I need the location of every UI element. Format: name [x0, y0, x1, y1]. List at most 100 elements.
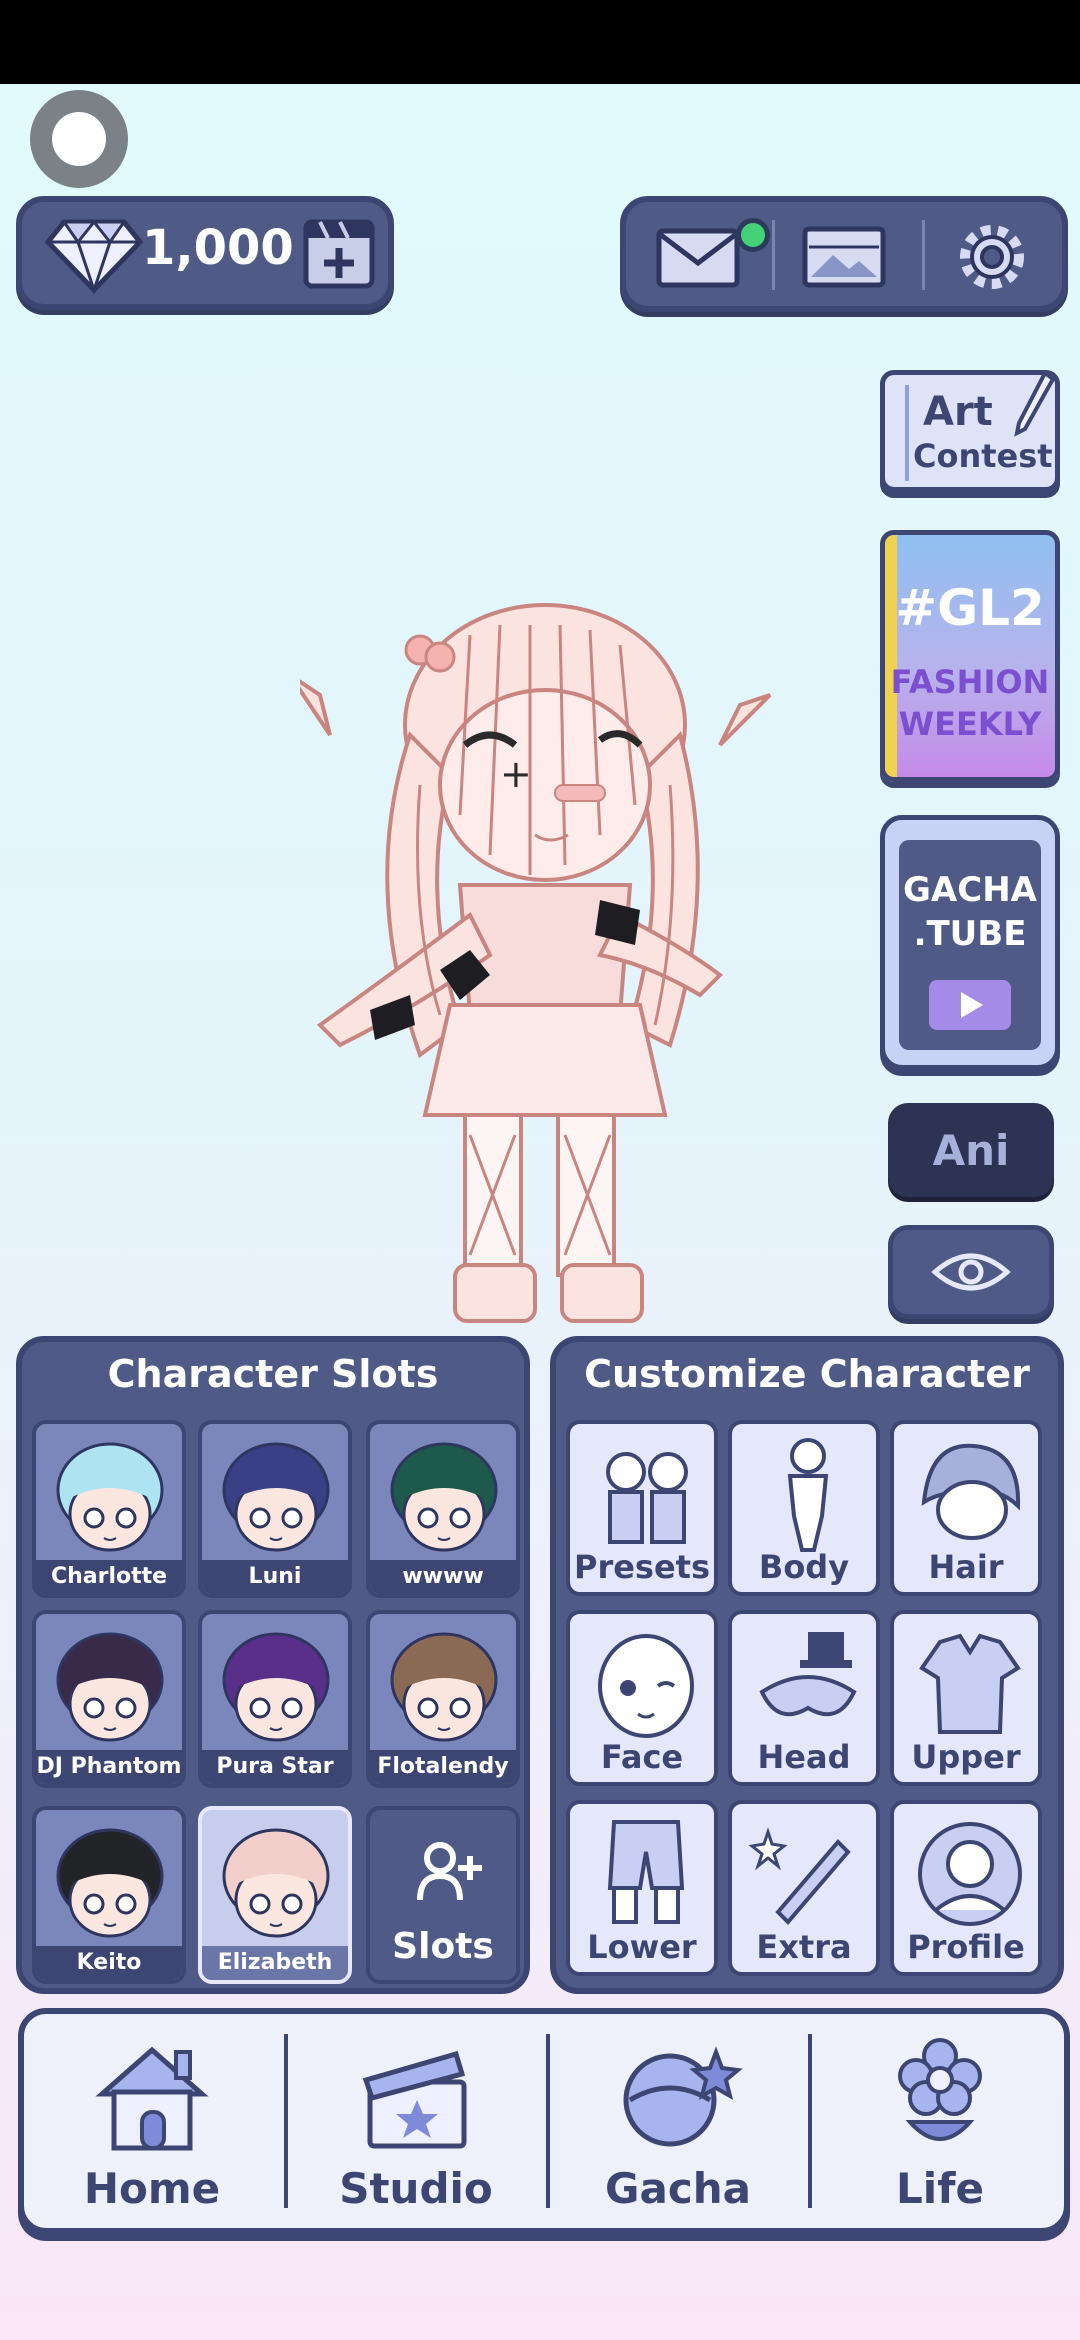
character-slot[interactable]: Flotalendy	[366, 1610, 520, 1788]
customize-character-panel: Customize Character Presets Body Hair Face H…	[550, 1336, 1064, 1994]
fashion-label: FASHION	[890, 663, 1050, 701]
character-avatar	[56, 1442, 164, 1552]
character-slot-name: Pura Star	[202, 1750, 348, 1784]
character-slot-name: Luni	[202, 1560, 348, 1594]
character-avatar	[390, 1632, 498, 1742]
extra-icon	[748, 1827, 851, 1925]
gacha-tube-line2: .TUBE	[913, 914, 1027, 954]
customize-label: Head	[757, 1738, 851, 1776]
gear-icon	[960, 225, 1024, 289]
settings-button[interactable]	[932, 212, 1052, 302]
character-slot-name: DJ Phantom	[36, 1750, 182, 1784]
customize-label: Presets	[573, 1548, 711, 1586]
eye-icon	[931, 1253, 1011, 1291]
gem-counter: 1,000	[16, 196, 394, 310]
customize-face-button[interactable]: Face	[566, 1610, 718, 1786]
character-slot[interactable]: Luni	[198, 1420, 352, 1598]
gl2-fashion-weekly-button[interactable]: #GL2 FASHION WEEKLY	[880, 530, 1060, 782]
character-slot[interactable]: wwww	[366, 1420, 520, 1598]
presets-icon	[606, 1452, 688, 1544]
character-slot[interactable]: Pura Star	[198, 1610, 352, 1788]
customize-body-button[interactable]: Body	[728, 1420, 880, 1596]
customize-label: Hair	[928, 1548, 1004, 1586]
character-slot-name: wwww	[370, 1560, 516, 1594]
house-icon	[95, 2046, 209, 2151]
customize-presets-button[interactable]: Presets	[566, 1420, 718, 1596]
customize-label: Profile	[907, 1928, 1025, 1966]
nav-home[interactable]: Home	[24, 2014, 280, 2228]
customize-label: Lower	[587, 1928, 697, 1966]
face-icon	[598, 1634, 694, 1738]
character-slot-name: Elizabeth	[202, 1946, 348, 1980]
customize-label: Body	[758, 1548, 850, 1586]
hide-ui-button[interactable]	[888, 1225, 1054, 1319]
character-avatar	[56, 1828, 164, 1938]
nav-life[interactable]: Life	[812, 2014, 1068, 2228]
character-slot[interactable]: Elizabeth	[198, 1806, 352, 1984]
top-toolbar	[620, 196, 1068, 312]
character-avatar	[222, 1828, 330, 1938]
character-slot[interactable]: Keito	[32, 1806, 186, 1984]
character-slot-name: Flotalendy	[370, 1750, 516, 1784]
notebook-binding	[891, 385, 909, 481]
nav-studio-label: Studio	[339, 2164, 493, 2213]
character-avatar	[222, 1442, 330, 1552]
customize-lower-button[interactable]: Lower	[566, 1800, 718, 1976]
customize-character-title: Customize Character	[584, 1352, 1030, 1396]
character-slots-panel: Character Slots Charlotte Luni wwww DJ Phan…	[16, 1336, 530, 1994]
mail-icon	[656, 228, 740, 288]
character-avatar	[222, 1632, 330, 1742]
add-slots-button[interactable]: Slots	[366, 1806, 520, 1984]
character-avatar	[390, 1442, 498, 1552]
customize-hair-button[interactable]: Hair	[890, 1420, 1042, 1596]
hair-icon	[921, 1443, 1021, 1540]
pencil-icon	[1014, 369, 1056, 437]
lower-icon	[607, 1820, 685, 1924]
nav-studio[interactable]: Studio	[288, 2014, 544, 2228]
notification-dot	[736, 218, 770, 252]
upper-icon	[919, 1633, 1021, 1734]
art-contest-line2: Contest	[913, 437, 1053, 475]
mail-button[interactable]	[638, 212, 770, 302]
customize-extra-button[interactable]: Extra	[728, 1800, 880, 1976]
ani-button[interactable]: Ani	[888, 1103, 1054, 1197]
profile-icon	[918, 1822, 1022, 1926]
nav-gacha-label: Gacha	[605, 2164, 751, 2213]
nav-gacha[interactable]: Gacha	[550, 2014, 806, 2228]
gacha-tube-line1: GACHA	[903, 870, 1037, 910]
add-slots-label: Slots	[392, 1926, 494, 1967]
divider	[922, 220, 925, 290]
divider	[772, 220, 775, 290]
customize-label: Face	[600, 1738, 684, 1776]
character-slots-title: Character Slots	[107, 1352, 439, 1396]
character-preview[interactable]: +	[300, 555, 780, 1335]
character-slot[interactable]: Charlotte	[32, 1420, 186, 1598]
add-user-icon	[417, 1842, 482, 1901]
customize-head-button[interactable]: Head	[728, 1610, 880, 1786]
gallery-button[interactable]	[784, 212, 904, 302]
watch-ad-add-gems-icon[interactable]	[302, 218, 376, 290]
gl2-tag: #GL2	[895, 579, 1045, 637]
clapperboard-icon	[362, 2050, 467, 2149]
nav-life-label: Life	[896, 2164, 984, 2213]
nav-home-label: Home	[83, 2164, 221, 2213]
image-icon	[802, 226, 886, 288]
art-contest-button[interactable]: Art Contest	[880, 369, 1060, 492]
customize-upper-button[interactable]: Upper	[890, 1610, 1042, 1786]
svg-text:+: +	[500, 752, 532, 796]
gacha-tube-button[interactable]: GACHA .TUBE	[880, 815, 1060, 1070]
play-icon	[929, 980, 1011, 1030]
floating-menu-dot	[52, 112, 106, 166]
customize-profile-button[interactable]: Profile	[890, 1800, 1042, 1976]
body-icon	[787, 1438, 829, 1552]
customize-label: Upper	[911, 1738, 1021, 1776]
bottom-navigation: Home Studio Gacha Life	[18, 2008, 1070, 2234]
art-contest-line1: Art	[923, 389, 993, 435]
gem-amount: 1,000	[142, 220, 294, 276]
character-slot-name: Charlotte	[36, 1560, 182, 1594]
floating-menu-button[interactable]	[30, 90, 128, 188]
customize-label: Extra	[756, 1928, 852, 1966]
flower-icon	[898, 2038, 982, 2141]
character-slot[interactable]: DJ Phantom	[32, 1610, 186, 1788]
weekly-label: WEEKLY	[898, 705, 1042, 743]
